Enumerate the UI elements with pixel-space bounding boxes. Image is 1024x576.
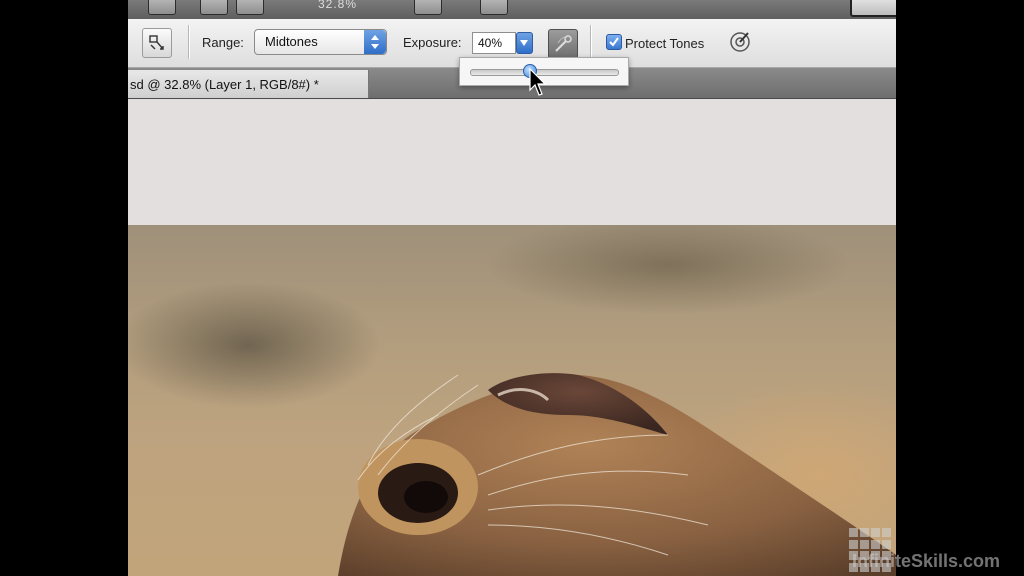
photoshop-window: 32.8% Range: Midtones Exposure: 40% Prot… [128,0,896,576]
exposure-input[interactable]: 40% [472,32,516,54]
exposure-label: Exposure: [403,35,462,50]
application-bar: 32.8% [128,0,896,20]
range-select[interactable]: Midtones [254,29,387,55]
airbrush-icon [555,35,572,52]
stepper-arrows-icon [371,35,379,49]
document-tab-title: sd @ 32.8% (Layer 1, RGB/8#) * [130,77,319,92]
separator [590,25,592,59]
zoom-readout[interactable]: 32.8% [318,0,357,11]
mouse-cursor-icon [529,68,547,96]
sea-lion-photo [338,373,896,576]
separator [188,25,190,59]
workspace-button[interactable] [850,0,896,17]
protect-tones-label[interactable]: Protect Tones [625,36,704,51]
app-bar-button[interactable] [236,0,264,15]
range-value: Midtones [265,34,318,49]
dropdown-arrow-icon [520,40,528,46]
pressure-size-icon[interactable] [728,30,752,54]
app-bar-button[interactable] [414,0,442,15]
protect-tones-checkbox[interactable] [606,34,622,50]
exposure-value: 40% [478,36,503,50]
exposure-slider-toggle[interactable] [516,32,533,54]
range-stepper[interactable] [364,30,386,54]
tool-preset-picker[interactable] [142,28,172,58]
watermark-text: InfiniteSkills.com [852,551,1001,571]
range-label: Range: [202,35,244,50]
document-tab[interactable]: sd @ 32.8% (Layer 1, RGB/8#) * [128,70,369,98]
app-bar-button[interactable] [200,0,228,15]
tool-preset-icon [149,35,164,50]
app-bar-button[interactable] [148,0,176,15]
app-bar-button[interactable] [480,0,508,15]
checkmark-icon [609,37,619,47]
airbrush-button[interactable] [548,29,578,59]
document-canvas-image[interactable] [128,225,896,576]
pasteboard [128,99,896,225]
